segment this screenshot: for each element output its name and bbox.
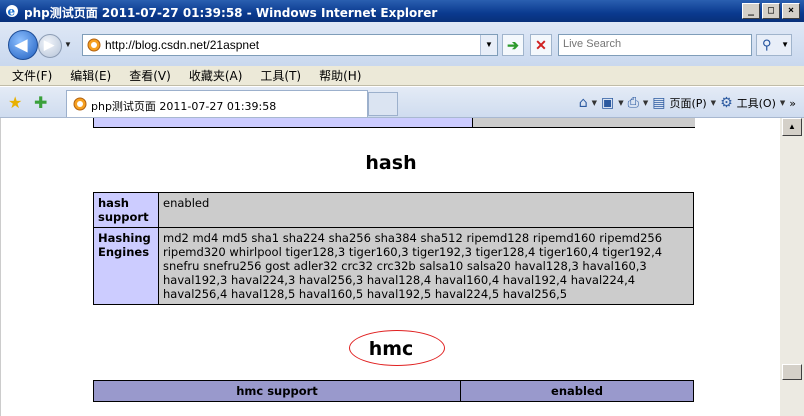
hmc-table: hmc support enabled [93, 380, 694, 402]
search-dropdown-icon[interactable]: ▼ [781, 40, 789, 49]
search-box[interactable] [558, 34, 753, 56]
print-dropdown-icon[interactable]: ▼ [643, 99, 648, 107]
internet-explorer-icon: e [6, 5, 18, 19]
feeds-icon[interactable]: ▣ [601, 95, 614, 111]
search-button[interactable]: ⚲ ▼ [756, 34, 792, 56]
home-dropdown-icon[interactable]: ▼ [592, 99, 597, 107]
table-header-row: hmc support enabled [93, 380, 694, 402]
hmc-enabled-header: enabled [460, 380, 694, 402]
hmc-support-header: hmc support [93, 380, 461, 402]
page-content: hash hash support enabled Hashing Engine… [0, 118, 781, 416]
hashing-engines-value: md2 md4 md5 sha1 sha224 sha256 sha384 sh… [158, 227, 694, 305]
hmc-heading: hmc [368, 338, 414, 360]
back-arrow-icon: ◀ [15, 37, 28, 54]
command-buttons: ⌂ ▼ ▣ ▼ ⎙ ▼ ▤ 页面(P) ▼ ⚙ 工具(O) ▼ » [579, 95, 796, 111]
menu-bar: 文件(F) 编辑(E) 查看(V) 收藏夹(A) 工具(T) 帮助(H) [0, 66, 804, 86]
tab-label: php测试页面 2011-07-27 01:39:58 [91, 100, 277, 113]
tab-command-bar: ★ ✚ php测试页面 2011-07-27 01:39:58 ⌂ ▼ ▣ ▼ ⎙ ▼… [0, 87, 804, 118]
window-controls: _ □ × [742, 3, 800, 19]
add-favorites-icon[interactable]: ✚ [34, 93, 47, 113]
svg-text:e: e [8, 5, 16, 19]
window-title-bar: e php测试页面 2011-07-27 01:39:58 - Windows … [0, 0, 804, 22]
previous-table-value [472, 118, 695, 127]
address-toolbar: ◀ ▶ ▼ http://blog.csdn.net/21aspnet ▼ ➔ … [0, 22, 804, 67]
go-button[interactable]: ➔ [502, 34, 524, 56]
scrollbar-thumb[interactable] [782, 364, 802, 380]
menu-help[interactable]: 帮助(H) [319, 66, 361, 85]
history-dropdown-icon[interactable]: ▼ [64, 40, 72, 49]
search-input[interactable] [559, 35, 753, 53]
vertical-scrollbar[interactable]: ▲ [780, 118, 804, 416]
hash-heading: hash [365, 152, 417, 174]
table-row: hash support enabled [93, 192, 694, 228]
maximize-button[interactable]: □ [762, 3, 780, 19]
table-row: Hashing Engines md2 md4 md5 sha1 sha224 … [93, 227, 694, 305]
previous-table-fragment [93, 118, 695, 128]
page-menu-button[interactable]: 页面(P) [669, 95, 706, 111]
window-title: php测试页面 2011-07-27 01:39:58 - Windows In… [24, 6, 438, 20]
tools-gear-icon: ⚙ [720, 95, 733, 111]
tab-favicon-icon [73, 97, 87, 111]
tab-current-page[interactable]: php测试页面 2011-07-27 01:39:58 [66, 90, 368, 117]
address-field[interactable]: http://blog.csdn.net/21aspnet ▼ [82, 34, 498, 56]
menu-view[interactable]: 查看(V) [129, 66, 171, 85]
menu-favorites[interactable]: 收藏夹(A) [189, 66, 243, 85]
minimize-button[interactable]: _ [742, 3, 760, 19]
address-dropdown-icon[interactable]: ▼ [480, 35, 497, 55]
address-url[interactable]: http://blog.csdn.net/21aspnet [105, 38, 259, 52]
hash-support-label: hash support [93, 192, 159, 228]
hashing-engines-label: Hashing Engines [93, 227, 159, 305]
page-dropdown-icon[interactable]: ▼ [711, 99, 716, 107]
close-button[interactable]: × [782, 3, 800, 19]
back-button[interactable]: ◀ [8, 30, 38, 60]
page-icon: ▤ [652, 95, 666, 111]
tools-dropdown-icon[interactable]: ▼ [780, 99, 785, 107]
menu-tools[interactable]: 工具(T) [260, 66, 301, 85]
page-favicon-icon [87, 38, 101, 52]
feeds-dropdown-icon[interactable]: ▼ [618, 99, 623, 107]
menu-file[interactable]: 文件(F) [12, 66, 52, 85]
print-icon[interactable]: ⎙ [628, 95, 639, 111]
hash-support-value: enabled [158, 192, 694, 228]
forward-button[interactable]: ▶ [38, 34, 62, 58]
scroll-up-icon[interactable]: ▲ [782, 118, 802, 136]
search-icon: ⚲ [762, 37, 772, 52]
home-icon[interactable]: ⌂ [579, 95, 588, 111]
hash-table: hash support enabled Hashing Engines md2… [93, 192, 694, 305]
tools-menu-button[interactable]: 工具(O) [737, 95, 776, 111]
menu-edit[interactable]: 编辑(E) [70, 66, 111, 85]
more-commands-icon[interactable]: » [789, 97, 796, 110]
stop-button[interactable]: ✕ [530, 34, 552, 56]
new-tab-button[interactable] [368, 92, 398, 116]
forward-arrow-icon: ▶ [44, 37, 54, 52]
favorites-star-icon[interactable]: ★ [8, 93, 22, 113]
